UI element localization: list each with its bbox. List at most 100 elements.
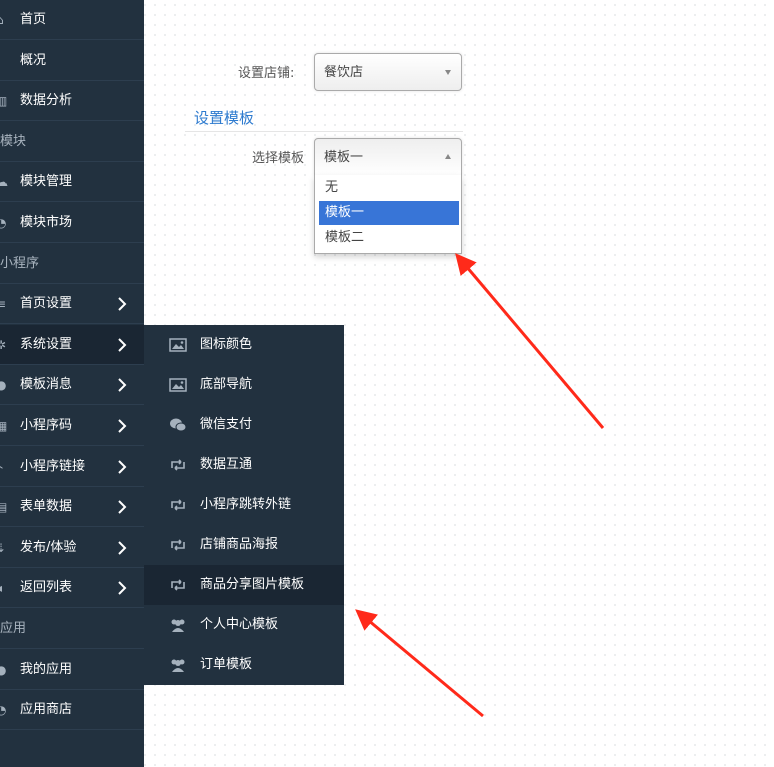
submenu-item-label: 个人中心模板: [200, 617, 279, 632]
sidebar-item-label: 表单数据: [20, 499, 73, 515]
retweet-icon: [169, 497, 187, 513]
chevron-up-icon: [445, 154, 451, 159]
chevron-right-icon: [116, 541, 128, 555]
template-option[interactable]: 无: [319, 176, 459, 200]
sidebar-item[interactable]: ▦ 小程序码: [0, 406, 144, 446]
submenu-item-label: 商品分享图片模板: [200, 577, 305, 592]
back-icon: ◂: [0, 581, 8, 595]
list-icon: ≡: [0, 297, 7, 312]
sidebar-section: 模块: [0, 122, 144, 162]
chevron-right-icon: [116, 459, 128, 474]
chevron-right-icon: [116, 378, 128, 393]
image-icon: [169, 337, 187, 353]
bar-chart-icon: ▥: [0, 94, 8, 109]
submenu-item-label: 微信支付: [200, 417, 253, 432]
sidebar-item[interactable]: ⇣ 发布/体验: [0, 528, 144, 568]
sidebar-section: 小程序: [0, 244, 144, 284]
sidebar-item-label: 模块市场: [20, 215, 73, 230]
message-icon: ●: [0, 378, 7, 393]
overview-icon: ·: [0, 54, 8, 68]
sidebar-item[interactable]: ◂ 返回列表: [0, 568, 144, 609]
submenu-item-label: 底部导航: [200, 377, 253, 392]
sidebar-item-label: 应用商店: [20, 702, 73, 718]
home-icon: ⌂: [0, 13, 8, 27]
sidebar-item[interactable]: ⌁ 小程序链接: [0, 447, 144, 487]
submenu-item[interactable]: 微信支付: [144, 405, 344, 445]
retweet-icon: [169, 537, 187, 553]
sidebar-item[interactable]: ≡ 首页设置: [0, 284, 144, 325]
sidebar: ⌂ 首页 · 概况 ▥ 数据分析模块 ☁ 模块管理 ◔ 模块市场小程序 ≡ 首页设置 ✲ 系统设置 ● 模板消…: [0, 0, 144, 767]
submenu-item-label: 订单模板: [200, 657, 253, 672]
sidebar-item[interactable]: ● 我的应用: [0, 650, 144, 690]
sidebar-item[interactable]: ● 模板消息: [0, 365, 144, 406]
sidebar-item[interactable]: ✲ 系统设置: [0, 324, 144, 365]
submenu-item[interactable]: 小程序跳转外链: [144, 485, 344, 525]
template-option[interactable]: 模板一: [319, 201, 459, 225]
sidebar-item-label: 概况: [20, 52, 47, 68]
sidebar-item-label: 小程序链接: [20, 458, 86, 474]
wechat-icon: [169, 417, 187, 433]
template-select[interactable]: 模板一: [314, 138, 462, 176]
sidebar-item[interactable]: ⌂ 首页: [0, 0, 144, 40]
submenu-item-label: 店铺商品海报: [200, 537, 279, 552]
sidebar-section: 应用: [0, 609, 144, 649]
users-icon: [169, 657, 187, 673]
chevron-right-icon: [116, 581, 128, 596]
submenu-item[interactable]: 商品分享图片模板: [144, 565, 344, 605]
sidebar-section-label: 小程序: [0, 255, 40, 271]
template-label: 选择模板: [252, 151, 305, 166]
app-icon: ●: [0, 662, 7, 677]
sidebar-item[interactable]: ◔ 应用商店: [0, 690, 144, 731]
sidebar-item-label: 模块管理: [20, 174, 73, 190]
submenu-item[interactable]: 底部导航: [144, 365, 344, 405]
qrcode-icon: ▦: [0, 419, 8, 433]
shop-select-value: 餐饮店: [324, 65, 364, 80]
section-title: 设置模板: [194, 109, 255, 127]
retweet-icon: [169, 577, 187, 593]
submenu-item[interactable]: 店铺商品海报: [144, 525, 344, 565]
sidebar-item-label: 数据分析: [20, 93, 73, 109]
shop-label: 设置店铺:: [238, 66, 295, 81]
cog-icon: ✲: [0, 337, 7, 352]
submenu-item[interactable]: 订单模板: [144, 645, 344, 685]
sidebar-item[interactable]: ▤ 表单数据: [0, 487, 144, 528]
submenu-item-label: 数据互通: [200, 457, 253, 472]
store-icon: ◔: [0, 703, 7, 718]
shop-select[interactable]: 餐饮店: [314, 53, 462, 91]
image-icon: [169, 377, 187, 393]
system-settings-submenu: 图标颜色底部导航微信支付数据互通小程序跳转外链 店铺商品海报商品分享图片模板 个人中…: [144, 325, 344, 685]
chevron-right-icon: [116, 297, 128, 311]
sidebar-item-label: 首页: [20, 12, 47, 27]
submenu-item-label: 图标颜色: [200, 337, 253, 352]
sidebar-item[interactable]: ◔ 模块市场: [0, 203, 144, 243]
submenu-item[interactable]: 个人中心模板: [144, 605, 344, 645]
sidebar-item-label: 系统设置: [20, 336, 73, 352]
submenu-item[interactable]: 图标颜色: [144, 325, 344, 365]
cloud-icon: ☁: [0, 175, 8, 190]
sidebar-item-label: 返回列表: [20, 580, 73, 596]
sidebar-item-label: 小程序码: [20, 418, 73, 433]
template-dropdown: 无模板一 模板二: [314, 175, 462, 254]
chevron-right-icon: [116, 338, 128, 352]
table-icon: ▤: [0, 500, 8, 515]
sidebar-item-label: 首页设置: [20, 296, 73, 312]
sidebar-item-label: 发布/体验: [20, 539, 77, 555]
sidebar-item-label: 我的应用: [20, 661, 73, 677]
chevron-down-icon: [445, 70, 451, 75]
sidebar-item-label: 模板消息: [20, 377, 73, 393]
sidebar-section-label: 应用: [0, 621, 27, 636]
template-option[interactable]: 模板二: [319, 226, 459, 250]
sidebar-item[interactable]: ▥ 数据分析: [0, 81, 144, 122]
chevron-right-icon: [116, 419, 128, 433]
submenu-item-label: 小程序跳转外链: [200, 497, 292, 512]
publish-icon: ⇣: [0, 540, 7, 555]
sidebar-section-label: 模块: [0, 133, 27, 149]
section-divider: [185, 131, 463, 132]
sidebar-item[interactable]: ☁ 模块管理: [0, 162, 144, 203]
sidebar-item[interactable]: · 概况: [0, 41, 144, 81]
chevron-right-icon: [116, 500, 128, 514]
users-icon: [169, 617, 187, 633]
annotation-arrow-bottom: [355, 609, 484, 718]
market-icon: ◔: [0, 216, 7, 230]
submenu-item[interactable]: 数据互通: [144, 445, 344, 485]
